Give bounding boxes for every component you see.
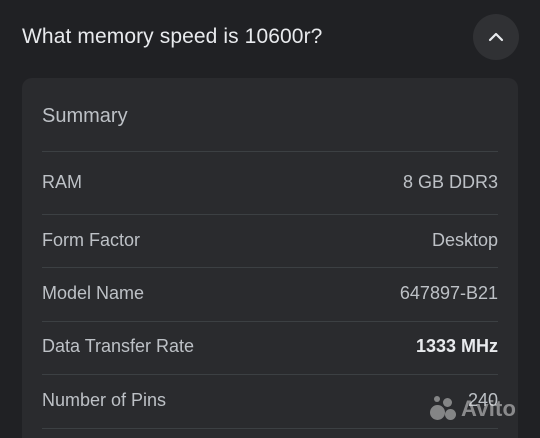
spec-label: Data Transfer Rate bbox=[42, 336, 195, 356]
spec-label: Number of Pins bbox=[42, 390, 167, 410]
divider bbox=[42, 428, 498, 429]
summary-title: Summary bbox=[42, 105, 128, 127]
spec-label: Form Factor bbox=[42, 230, 141, 250]
divider bbox=[42, 151, 498, 152]
chevron-up-icon bbox=[488, 32, 504, 42]
spec-row-ram: RAM 8 GB DDR3 bbox=[42, 172, 498, 200]
spec-label: Model Name bbox=[42, 283, 145, 303]
question-title: What memory speed is 10600r? bbox=[22, 25, 323, 48]
avito-logo-icon bbox=[430, 396, 456, 422]
avito-watermark: Avito bbox=[430, 392, 534, 426]
spec-value: Desktop bbox=[431, 230, 498, 250]
spec-value: 1333 MHz bbox=[415, 336, 498, 356]
collapse-button[interactable] bbox=[473, 14, 519, 60]
spec-row-form-factor: Form Factor Desktop bbox=[42, 230, 498, 258]
divider bbox=[42, 374, 498, 375]
watermark-text: Avito bbox=[461, 396, 517, 421]
divider bbox=[42, 321, 498, 322]
spec-value: 647897-B21 bbox=[399, 283, 498, 303]
spec-row-model-name: Model Name 647897-B21 bbox=[42, 283, 498, 311]
summary-panel: Summary RAM 8 GB DDR3 Form Factor Deskto… bbox=[22, 78, 518, 438]
spec-row-data-transfer-rate: Data Transfer Rate 1333 MHz bbox=[42, 336, 498, 364]
divider bbox=[42, 267, 498, 268]
question-header[interactable]: What memory speed is 10600r? bbox=[0, 0, 540, 78]
spec-value: 8 GB DDR3 bbox=[402, 172, 498, 192]
spec-label: RAM bbox=[42, 172, 82, 192]
divider bbox=[42, 214, 498, 215]
